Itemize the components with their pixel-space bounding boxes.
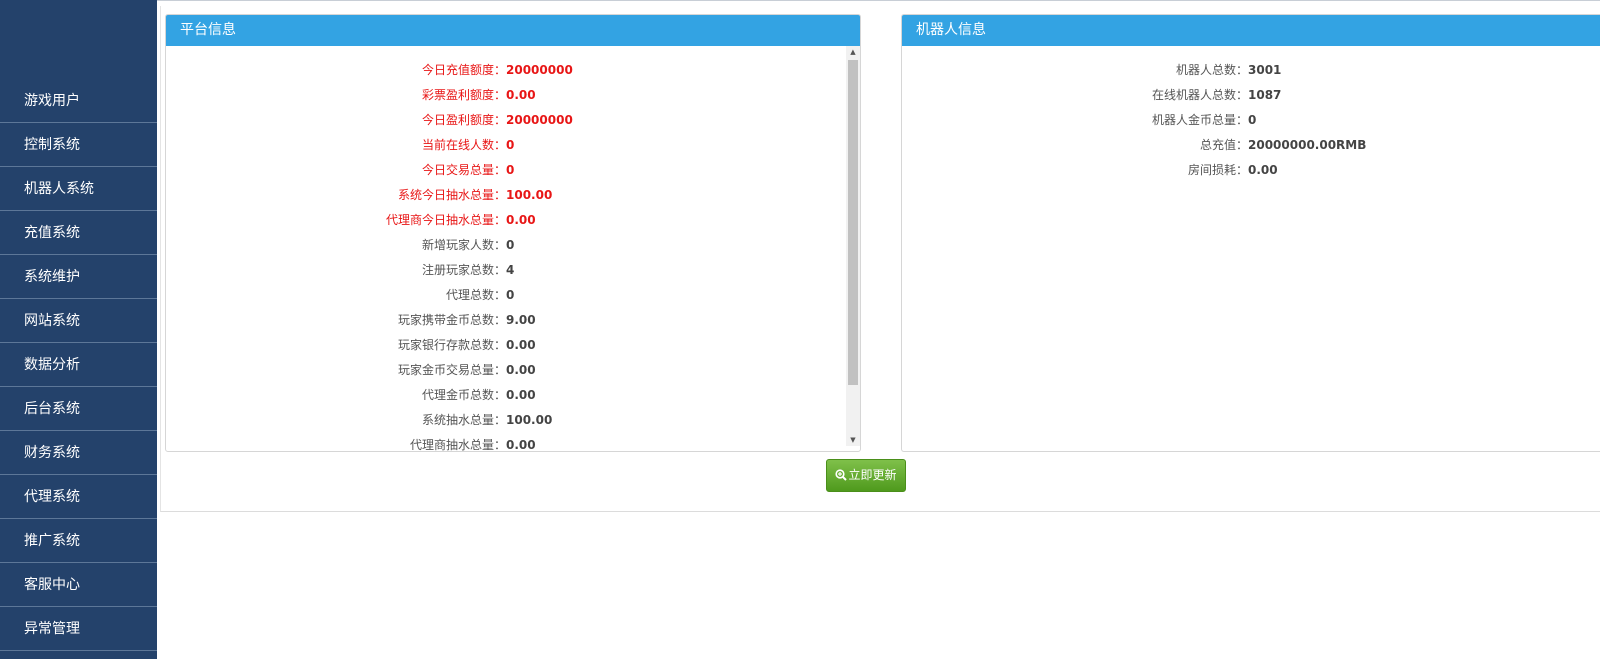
sidebar-item-1[interactable]: 控制系统 bbox=[0, 123, 157, 167]
platform-info-value: 0.00 bbox=[506, 338, 536, 352]
robot-info-value: 3001 bbox=[1248, 63, 1282, 77]
platform-info-label: 新增玩家人数： bbox=[421, 238, 506, 252]
platform-info-label: 代理总数： bbox=[445, 288, 506, 302]
platform-info-label: 代理商抽水总量： bbox=[409, 438, 506, 451]
platform-info-value: 20000000 bbox=[506, 113, 573, 127]
platform-info-row: 玩家携带金币总数：9.00 bbox=[166, 308, 860, 333]
platform-info-label: 玩家金币交易总量： bbox=[397, 363, 506, 377]
scroll-up-arrow-icon[interactable]: ▲ bbox=[846, 46, 860, 58]
refresh-now-button[interactable]: 立即更新 bbox=[826, 459, 906, 492]
platform-scrollbar[interactable]: ▲ ▼ bbox=[846, 46, 860, 446]
robot-info-value: 0 bbox=[1248, 113, 1257, 127]
platform-info-value: 0.00 bbox=[506, 438, 536, 451]
platform-info-value: 0 bbox=[506, 238, 515, 252]
platform-info-row: 注册玩家总数：4 bbox=[166, 258, 860, 283]
sidebar-item-11[interactable]: 客服中心 bbox=[0, 563, 157, 607]
platform-info-value: 0.00 bbox=[506, 388, 536, 402]
platform-info-title: 平台信息 bbox=[166, 15, 860, 46]
platform-info-label: 代理金币总数： bbox=[421, 388, 506, 402]
robot-info-label: 总充值： bbox=[1199, 138, 1248, 152]
sidebar-item-12[interactable]: 异常管理 bbox=[0, 607, 157, 651]
robot-info-label: 房间损耗： bbox=[1187, 163, 1248, 177]
sidebar-item-7[interactable]: 后台系统 bbox=[0, 387, 157, 431]
platform-info-label: 系统抽水总量： bbox=[421, 413, 506, 427]
platform-info-body[interactable]: 今日充值额度：20000000 彩票盈利额度：0.00 今日盈利额度：2000000… bbox=[166, 46, 860, 451]
platform-info-row: 玩家银行存款总数：0.00 bbox=[166, 333, 860, 358]
platform-info-label: 今日交易总量： bbox=[421, 163, 506, 177]
sidebar-item-0[interactable]: 游戏用户 bbox=[0, 79, 157, 123]
platform-info-label: 今日充值额度： bbox=[421, 63, 506, 77]
platform-info-value: 0.00 bbox=[506, 88, 536, 102]
platform-info-row: 系统今日抽水总量：100.00 bbox=[166, 183, 860, 208]
platform-info-value: 0 bbox=[506, 163, 515, 177]
robot-info-label: 在线机器人总数： bbox=[1151, 88, 1248, 102]
robot-info-label: 机器人金币总量： bbox=[1151, 113, 1248, 127]
platform-info-row: 今日充值额度：20000000 bbox=[166, 58, 860, 83]
robot-info-row: 在线机器人总数：1087 bbox=[902, 83, 1600, 108]
robot-info-list: 机器人总数：3001 在线机器人总数：1087 机器人金币总量：0 总充值：20000… bbox=[902, 46, 1600, 183]
robot-info-panel: 机器人信息 机器人总数：3001 在线机器人总数：1087 机器人金币总量：0 总充值… bbox=[901, 14, 1600, 452]
platform-info-label: 当前在线人数： bbox=[421, 138, 506, 152]
platform-info-row: 当前在线人数：0 bbox=[166, 133, 860, 158]
platform-info-label: 彩票盈利额度： bbox=[421, 88, 506, 102]
platform-info-row: 彩票盈利额度：0.00 bbox=[166, 83, 860, 108]
robot-info-label: 机器人总数： bbox=[1175, 63, 1248, 77]
platform-info-row: 新增玩家人数：0 bbox=[166, 233, 860, 258]
platform-info-value: 9.00 bbox=[506, 313, 536, 327]
platform-info-value: 100.00 bbox=[506, 413, 553, 427]
platform-info-value: 0.00 bbox=[506, 213, 536, 227]
sidebar-item-6[interactable]: 数据分析 bbox=[0, 343, 157, 387]
platform-info-value: 0 bbox=[506, 138, 515, 152]
platform-info-list: 今日充值额度：20000000 彩票盈利额度：0.00 今日盈利额度：2000000… bbox=[166, 46, 860, 451]
top-divider bbox=[157, 0, 1600, 3]
refresh-now-label: 立即更新 bbox=[848, 468, 897, 482]
platform-info-value: 20000000 bbox=[506, 63, 573, 77]
platform-info-row: 代理商抽水总量：0.00 bbox=[166, 433, 860, 451]
sidebar-item-9[interactable]: 代理系统 bbox=[0, 475, 157, 519]
robot-info-value: 20000000.00RMB bbox=[1248, 138, 1367, 152]
platform-info-label: 今日盈利额度： bbox=[421, 113, 506, 127]
platform-info-label: 注册玩家总数： bbox=[421, 263, 506, 277]
robot-info-value: 1087 bbox=[1248, 88, 1282, 102]
platform-info-label: 代理商今日抽水总量： bbox=[385, 213, 506, 227]
platform-info-panel: 平台信息 今日充值额度：20000000 彩票盈利额度：0.00 今日盈利额度：20… bbox=[165, 14, 861, 452]
robot-info-value: 0.00 bbox=[1248, 163, 1278, 177]
sidebar-menu: 游戏用户 控制系统 机器人系统 充值系统 系统维护 网站系统 数据分析 后台系统 财务系统 代理系… bbox=[0, 79, 157, 651]
platform-info-value: 0.00 bbox=[506, 363, 536, 377]
robot-info-row: 机器人总数：3001 bbox=[902, 58, 1600, 83]
sidebar-item-2[interactable]: 机器人系统 bbox=[0, 167, 157, 211]
sidebar-item-4[interactable]: 系统维护 bbox=[0, 255, 157, 299]
platform-info-label: 玩家携带金币总数： bbox=[397, 313, 506, 327]
platform-info-row: 玩家金币交易总量：0.00 bbox=[166, 358, 860, 383]
platform-info-label: 玩家银行存款总数： bbox=[397, 338, 506, 352]
sidebar-item-10[interactable]: 推广系统 bbox=[0, 519, 157, 563]
sidebar-item-5[interactable]: 网站系统 bbox=[0, 299, 157, 343]
robot-info-body: 机器人总数：3001 在线机器人总数：1087 机器人金币总量：0 总充值：20000… bbox=[902, 46, 1600, 451]
robot-info-row: 机器人金币总量：0 bbox=[902, 108, 1600, 133]
platform-info-value: 4 bbox=[506, 263, 515, 277]
platform-info-value: 0 bbox=[506, 288, 515, 302]
main-content: 平台信息 今日充值额度：20000000 彩票盈利额度：0.00 今日盈利额度：20… bbox=[160, 6, 1600, 512]
robot-info-row: 房间损耗：0.00 bbox=[902, 158, 1600, 183]
zoom-in-icon bbox=[835, 469, 848, 481]
platform-info-row: 代理总数：0 bbox=[166, 283, 860, 308]
platform-info-row: 今日盈利额度：20000000 bbox=[166, 108, 860, 133]
platform-info-row: 今日交易总量：0 bbox=[166, 158, 860, 183]
robot-info-title: 机器人信息 bbox=[902, 15, 1600, 46]
sidebar: 游戏用户 控制系统 机器人系统 充值系统 系统维护 网站系统 数据分析 后台系统 财务系统 代理系… bbox=[0, 0, 157, 659]
platform-info-row: 代理商今日抽水总量：0.00 bbox=[166, 208, 860, 233]
robot-info-row: 总充值：20000000.00RMB bbox=[902, 133, 1600, 158]
sidebar-item-3[interactable]: 充值系统 bbox=[0, 211, 157, 255]
scroll-thumb[interactable] bbox=[848, 60, 858, 385]
sidebar-item-8[interactable]: 财务系统 bbox=[0, 431, 157, 475]
scroll-down-arrow-icon[interactable]: ▼ bbox=[846, 434, 860, 446]
platform-info-row: 代理金币总数：0.00 bbox=[166, 383, 860, 408]
platform-info-label: 系统今日抽水总量： bbox=[397, 188, 506, 202]
platform-info-row: 系统抽水总量：100.00 bbox=[166, 408, 860, 433]
platform-info-value: 100.00 bbox=[506, 188, 553, 202]
